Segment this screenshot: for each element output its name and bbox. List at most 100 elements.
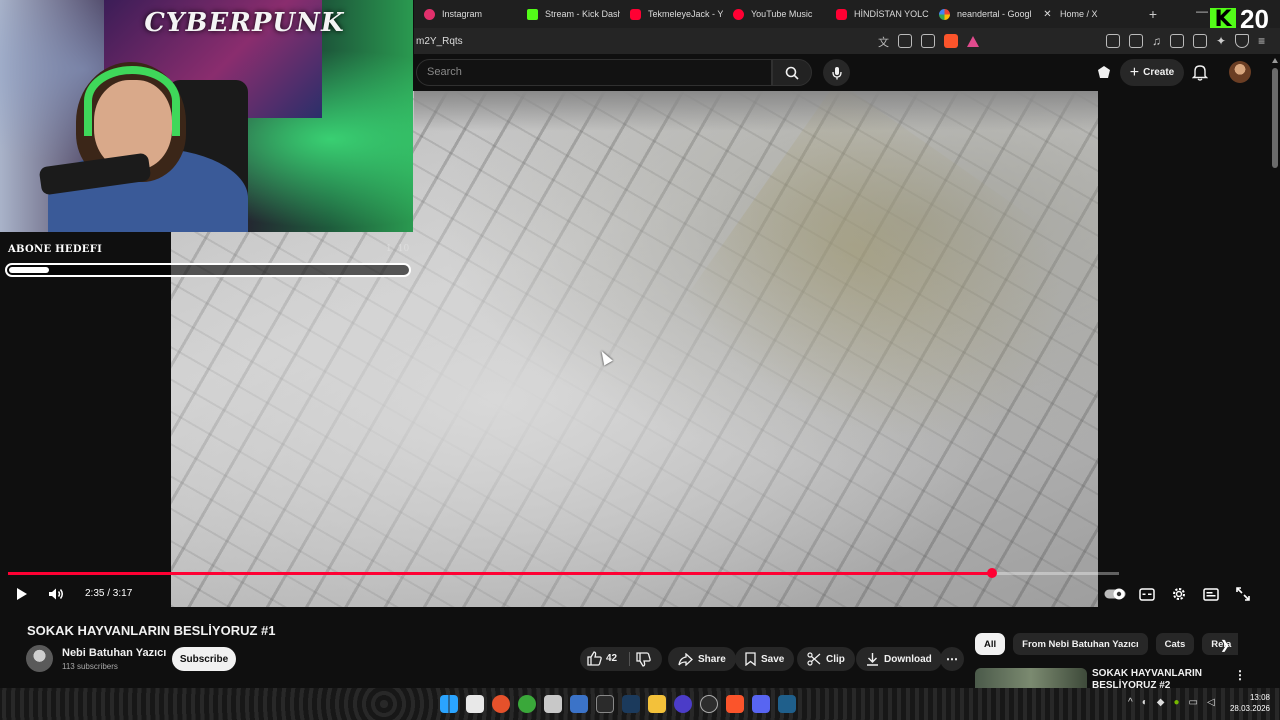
- tab-youtube-1[interactable]: TekmeleyeJack - Yo: [620, 0, 723, 28]
- brave-shields-icon[interactable]: [944, 34, 958, 48]
- settings-button[interactable]: [1170, 585, 1188, 603]
- bookmark-icon: [745, 652, 756, 666]
- create-button[interactable]: + Create: [1120, 59, 1184, 86]
- brave-rewards-icon[interactable]: [967, 36, 979, 47]
- shield-tray-icon[interactable]: ◆: [1157, 697, 1165, 708]
- chevron-right-icon[interactable]: ❯: [1220, 638, 1230, 652]
- subscriber-goal-bar: [5, 263, 411, 277]
- recommended-video-thumbnail[interactable]: [975, 668, 1087, 688]
- volume-button[interactable]: [46, 585, 68, 603]
- like-button[interactable]: [587, 651, 602, 666]
- puzzle-icon[interactable]: [1106, 34, 1120, 48]
- speaker-icon[interactable]: ◁: [1207, 697, 1215, 708]
- notifications-button[interactable]: [1192, 63, 1208, 81]
- settings-app-icon[interactable]: [570, 695, 588, 713]
- scrollbar-thumb[interactable]: [1272, 68, 1278, 168]
- bell-icon: [1192, 65, 1208, 81]
- scroll-up-arrow[interactable]: [1272, 58, 1278, 63]
- music-note-icon[interactable]: ♫: [1152, 34, 1161, 48]
- tab-google[interactable]: neandertal - Googl: [929, 0, 1032, 28]
- play-button[interactable]: [12, 585, 32, 603]
- translate-icon[interactable]: 文: [878, 34, 889, 50]
- fullscreen-button[interactable]: [1234, 585, 1252, 603]
- share-page-icon[interactable]: [921, 34, 935, 48]
- chevron-up-icon[interactable]: ^: [1128, 697, 1133, 708]
- channel-name[interactable]: Nebi Batuhan Yazıcı: [62, 647, 166, 659]
- shield-icon[interactable]: [1235, 34, 1250, 48]
- voice-search-button[interactable]: [823, 59, 850, 86]
- tab-kick-dashboard[interactable]: Stream - Kick Dashb: [517, 0, 620, 28]
- subscribe-button[interactable]: Subscribe: [172, 647, 236, 671]
- taskbar-clock[interactable]: 13:08 28.03.2026: [1226, 692, 1270, 714]
- github-icon[interactable]: [700, 695, 718, 713]
- reading-list-icon[interactable]: [1193, 34, 1207, 48]
- system-tray: ^ ◐ ◆ ● ▭ ◁: [1128, 697, 1215, 708]
- search-button[interactable]: [772, 59, 812, 86]
- captions-icon: [1139, 587, 1155, 601]
- time-display: 2:35 / 3:17: [85, 588, 133, 599]
- captions-button[interactable]: [1138, 585, 1156, 603]
- thumbs-down-icon: [636, 652, 651, 667]
- windows-start-icon[interactable]: [440, 695, 458, 713]
- steam-2-icon[interactable]: [778, 695, 796, 713]
- subscriber-goal-fill: [9, 267, 49, 273]
- more-actions-button[interactable]: ⋯: [940, 647, 964, 671]
- search-input[interactable]: Search: [416, 59, 772, 86]
- dislike-button[interactable]: [636, 652, 651, 667]
- tab-youtube-music[interactable]: YouTube Music: [723, 0, 826, 28]
- address-bar[interactable]: m2Y_Rqts 文 ♫ ✦ ≡: [414, 28, 1280, 54]
- network-icon[interactable]: ▭: [1189, 697, 1198, 708]
- search-icon: [785, 66, 799, 80]
- video-progress-bar[interactable]: [8, 568, 1119, 578]
- miniplayer-icon: [1203, 587, 1219, 601]
- obs-icon[interactable]: [674, 695, 692, 713]
- chip-from-channel[interactable]: From Nebi Batuhan Yazıcı: [1013, 633, 1148, 655]
- new-tab-button[interactable]: +: [1139, 0, 1167, 28]
- extension-icon[interactable]: [1096, 64, 1112, 80]
- menu-icon[interactable]: ≡: [1258, 34, 1265, 48]
- url-text[interactable]: m2Y_Rqts: [416, 36, 463, 47]
- notepad-icon[interactable]: [544, 695, 562, 713]
- save-button[interactable]: Save: [735, 647, 795, 671]
- share-button[interactable]: Share: [668, 647, 736, 671]
- share-icon: [678, 652, 693, 666]
- subscriber-count: 113 subscribers: [62, 662, 118, 671]
- youtube-icon: [836, 8, 847, 20]
- autoplay-toggle[interactable]: [1104, 585, 1126, 603]
- recommended-video-title[interactable]: SOKAK HAYVANLARIN BESLİYORUZ #2: [1092, 668, 1242, 688]
- cast-icon[interactable]: [898, 34, 912, 48]
- chip-all[interactable]: All: [975, 633, 1006, 655]
- chip-cats[interactable]: Cats: [1155, 633, 1195, 655]
- xbox-icon[interactable]: [518, 695, 536, 713]
- file-explorer-icon[interactable]: [466, 695, 484, 713]
- page-scrollbar[interactable]: [1270, 54, 1280, 688]
- headset-icon: [84, 66, 180, 136]
- audio-device-icon[interactable]: ◐: [1142, 697, 1148, 708]
- sparkle-icon[interactable]: ✦: [1216, 34, 1226, 48]
- steam-icon[interactable]: [622, 695, 640, 713]
- youtube-icon: [630, 8, 641, 20]
- extensions-area: ♫ ✦ ≡: [1106, 34, 1265, 48]
- kebab-menu-icon[interactable]: ⋮: [1234, 668, 1246, 682]
- brave-taskbar-icon[interactable]: [726, 695, 744, 713]
- miniplayer-button[interactable]: [1202, 585, 1220, 603]
- account-avatar[interactable]: [1229, 61, 1251, 83]
- channel-avatar[interactable]: [26, 645, 53, 672]
- subscriber-goal-label: ABONE HEDEFI: [8, 244, 103, 255]
- pinned-app-icon[interactable]: [492, 695, 510, 713]
- theater-left-area: [0, 232, 171, 607]
- discord-icon[interactable]: [752, 695, 770, 713]
- google-icon: [939, 8, 950, 20]
- wallet-icon[interactable]: [1129, 34, 1143, 48]
- clock-time: 13:08: [1249, 693, 1270, 702]
- folder-icon[interactable]: [648, 695, 666, 713]
- epic-games-icon[interactable]: [596, 695, 614, 713]
- tab-instagram[interactable]: Instagram: [414, 0, 517, 28]
- tab-youtube-2[interactable]: HİNDİSTAN YOLCU: [826, 0, 929, 28]
- tab-x[interactable]: ✕ Home / X: [1032, 0, 1135, 28]
- minimize-button[interactable]: —: [1196, 4, 1208, 18]
- clip-button[interactable]: Clip: [797, 647, 855, 671]
- download-button[interactable]: Download: [856, 647, 942, 671]
- sidebar-icon[interactable]: [1170, 34, 1184, 48]
- nvidia-icon[interactable]: ●: [1173, 697, 1179, 708]
